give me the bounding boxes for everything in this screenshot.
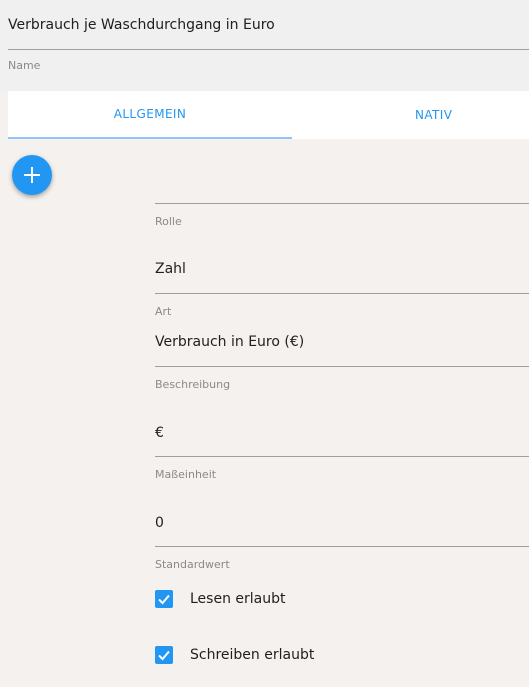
check-icon	[158, 594, 170, 605]
role-underline	[155, 293, 529, 294]
name-input[interactable]: Verbrauch je Waschdurchgang in Euro	[8, 14, 275, 36]
tab-bar: ALLGEMEIN NATIV	[8, 91, 529, 139]
type-input[interactable]: Verbrauch in Euro (€)	[155, 333, 304, 351]
type-label: Art	[155, 305, 172, 318]
unit-input[interactable]: 0	[155, 514, 164, 532]
add-button[interactable]	[12, 155, 52, 195]
name-label: Name	[8, 59, 41, 72]
write-allowed-label: Schreiben erlaubt	[190, 647, 315, 663]
plus-icon	[24, 167, 40, 183]
description-input[interactable]: €	[155, 424, 164, 442]
description-label: Beschreibung	[155, 378, 231, 391]
role-select[interactable]: Zahl	[155, 260, 186, 278]
name-field-area: Verbrauch je Waschdurchgang in Euro Name	[0, 0, 529, 91]
role-label: Rolle	[155, 215, 182, 228]
write-allowed-row[interactable]: Schreiben erlaubt	[155, 644, 314, 666]
read-allowed-checkbox[interactable]	[155, 590, 173, 608]
unit-label: Maßeinheit	[155, 468, 217, 481]
field-divider	[155, 203, 529, 204]
read-allowed-label: Lesen erlaubt	[190, 591, 286, 607]
type-underline	[155, 366, 529, 367]
default-value-label: Standardwert	[155, 558, 230, 571]
write-allowed-checkbox[interactable]	[155, 646, 173, 664]
name-input-underline	[8, 49, 529, 50]
unit-underline	[155, 546, 529, 547]
description-underline	[155, 456, 529, 457]
read-allowed-row[interactable]: Lesen erlaubt	[155, 588, 285, 610]
tab-general[interactable]: ALLGEMEIN	[8, 91, 292, 139]
tab-native[interactable]: NATIV	[292, 91, 529, 139]
check-icon	[158, 650, 170, 661]
